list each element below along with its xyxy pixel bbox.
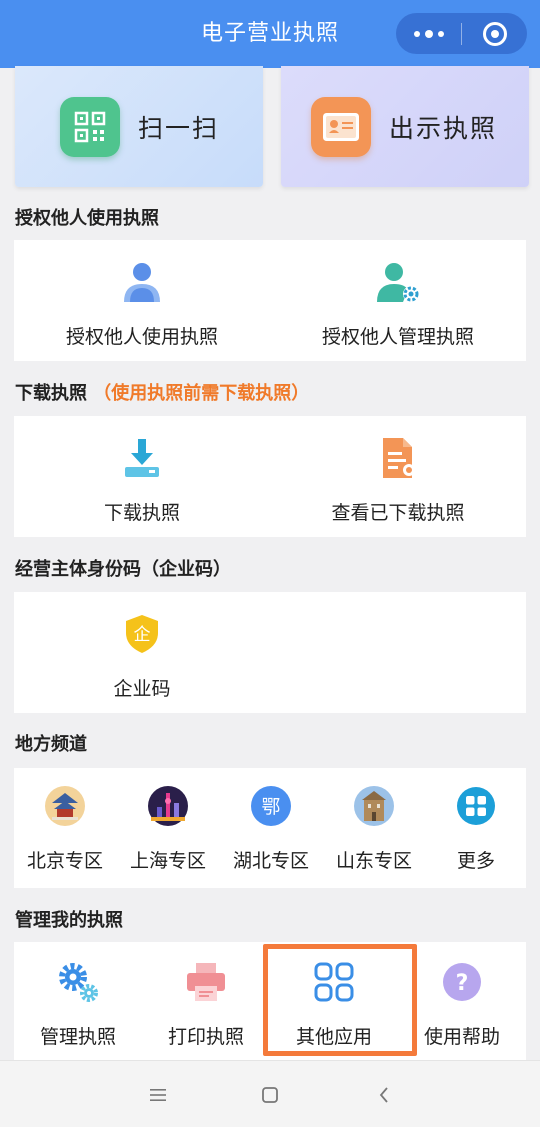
local-item-shandong[interactable]: 山东专区 [322, 784, 426, 873]
enterprise-code-label: 企业码 [113, 678, 171, 700]
help-button[interactable]: ? 使用帮助 [398, 958, 526, 1049]
manage-license-button[interactable]: 管理执照 [14, 958, 142, 1049]
local-label-hubei: 湖北专区 [232, 850, 309, 872]
shanghai-skyline-icon [147, 784, 189, 828]
hubei-glyph: 鄂 [261, 796, 280, 818]
download-license-button[interactable]: 下载执照 [14, 434, 270, 525]
scan-button[interactable]: 扫一扫 [15, 66, 263, 187]
more-menu-icon[interactable] [396, 13, 461, 54]
qr-scan-icon [60, 96, 120, 157]
authorize-manage-label: 授权他人管理执照 [321, 326, 474, 348]
local-label-more: 更多 [456, 850, 495, 872]
download-note: （使用执照前需下载执照） [93, 383, 310, 404]
beijing-temple-icon [44, 784, 86, 828]
authorize-use-button[interactable]: 授权他人使用执照 [14, 258, 270, 349]
enterprise-section-title: 经营主体身份码（企业码） [15, 559, 231, 580]
local-item-hubei[interactable]: 鄂 湖北专区 [220, 784, 322, 873]
show-license-label: 出示执照 [389, 113, 498, 143]
show-license-button[interactable]: 出示执照 [281, 66, 529, 187]
manage-section-title: 管理我的执照 [15, 910, 123, 931]
mini-program-capsule [396, 13, 527, 54]
license-card-icon [311, 96, 371, 157]
view-downloaded-label: 查看已下载执照 [331, 502, 465, 524]
manage-license-label: 管理执照 [39, 1026, 116, 1048]
close-miniprogram-icon[interactable] [462, 21, 527, 46]
local-section-title: 地方频道 [15, 734, 87, 755]
home-icon[interactable] [240, 1061, 300, 1127]
download-title-text: 下载执照 [15, 383, 87, 404]
help-label: 使用帮助 [423, 1026, 500, 1048]
highlight-box [263, 944, 417, 1056]
local-item-beijing[interactable]: 北京专区 [14, 784, 116, 873]
download-icon [122, 434, 162, 482]
local-item-more[interactable]: 更多 [426, 784, 526, 873]
gears-icon [55, 958, 101, 1006]
help-glyph: ? [456, 971, 469, 996]
authorize-panel: 授权他人使用执照 授权他人管理执照 [14, 240, 526, 361]
help-icon: ? [441, 958, 483, 1006]
system-nav-bar [0, 1060, 540, 1127]
print-license-button[interactable]: 打印执照 [142, 958, 270, 1049]
authorize-use-label: 授权他人使用执照 [65, 326, 218, 348]
menu-icon[interactable] [128, 1061, 188, 1127]
download-section-title: 下载执照 （使用执照前需下载执照） [15, 379, 309, 405]
shield-glyph: 企 [134, 625, 151, 645]
authorize-section-title: 授权他人使用执照 [15, 208, 159, 229]
authorize-manage-button[interactable]: 授权他人管理执照 [270, 258, 526, 349]
printer-icon [184, 958, 228, 1006]
hubei-icon: 鄂 [250, 784, 292, 828]
local-item-shanghai[interactable]: 上海专区 [116, 784, 220, 873]
shield-icon: 企 [123, 610, 161, 658]
local-label-shanghai: 上海专区 [129, 850, 206, 872]
view-downloaded-button[interactable]: 查看已下载执照 [270, 434, 526, 525]
back-icon[interactable] [354, 1061, 414, 1127]
person-gear-icon [375, 258, 421, 306]
grid-icon [456, 784, 496, 828]
download-license-label: 下载执照 [103, 502, 180, 524]
print-license-label: 打印执照 [167, 1026, 244, 1048]
enterprise-panel: 企 企业码 [14, 592, 526, 713]
person-icon [120, 258, 164, 306]
enterprise-code-button[interactable]: 企 企业码 [14, 610, 270, 701]
shandong-building-icon [353, 784, 395, 828]
download-panel: 下载执照 查看已下载执照 [14, 416, 526, 537]
scan-label: 扫一扫 [138, 113, 220, 143]
local-panel: 北京专区 上海专区 鄂 湖北专区 山东专区 更多 [14, 768, 526, 888]
local-label-shandong: 山东专区 [335, 850, 412, 872]
document-icon [378, 434, 418, 482]
local-label-beijing: 北京专区 [26, 850, 103, 872]
title-bar: 电子营业执照 [0, 0, 540, 68]
